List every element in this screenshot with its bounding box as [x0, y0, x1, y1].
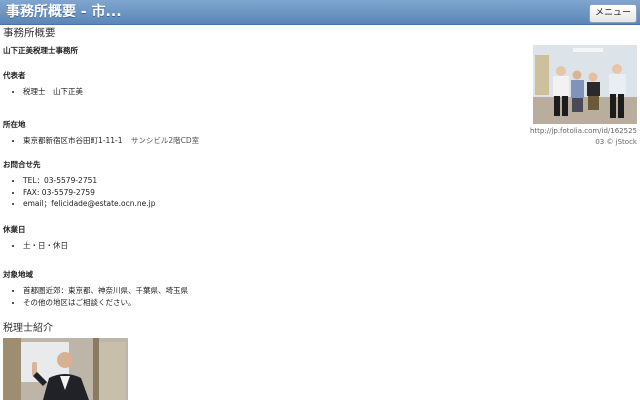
area-heading: 対象地域 — [3, 270, 33, 279]
contact-list: TEL：03-5579-2751 FAX: 03-5579-2759 email… — [3, 175, 637, 210]
address-building: サンシビル2階CD室 — [130, 135, 200, 145]
contact-heading: お問合せ先 — [3, 160, 41, 169]
contact-fax: FAX: 03-5579-2759 — [23, 187, 637, 199]
holidays-list: 土・日・休日 — [3, 240, 637, 252]
menu-button[interactable]: メニュー — [588, 4, 637, 23]
header-bar: 事務所概要 - 市... メニュー — [0, 0, 640, 25]
accountant-photo — [3, 338, 128, 400]
photo-credit-suffix: 03 © jStock — [595, 138, 637, 146]
contact-tel: TEL：03-5579-2751 — [23, 175, 637, 187]
photo-credit-url[interactable]: http://jp.fotolia.com/id/162525 — [517, 126, 637, 137]
photo-credit: http://jp.fotolia.com/id/162525 03 © jSt… — [517, 126, 637, 148]
area-list: 首都圏近郊：東京都、神奈川県、千葉県、埼玉県 その他の地区はご相談ください。 — [3, 285, 637, 308]
area-item: その他の地区はご相談ください。 — [23, 297, 637, 309]
office-staff-photo — [533, 45, 637, 124]
page-header-title: 事務所概要 - 市... — [6, 4, 122, 20]
contact-email: email；felicidade@estate.ocn.ne.jp — [23, 198, 637, 210]
area-item: 首都圏近郊：東京都、神奈川県、千葉県、埼玉県 — [23, 285, 637, 297]
holidays-item: 土・日・休日 — [23, 240, 637, 252]
holidays-heading: 休業日 — [3, 224, 26, 234]
accountant-section-title: 税理士紹介 — [3, 323, 53, 334]
address-line: 東京都新宿区市谷田町1-11-1 — [23, 135, 123, 145]
page-title: 事務所概要 — [3, 27, 56, 39]
